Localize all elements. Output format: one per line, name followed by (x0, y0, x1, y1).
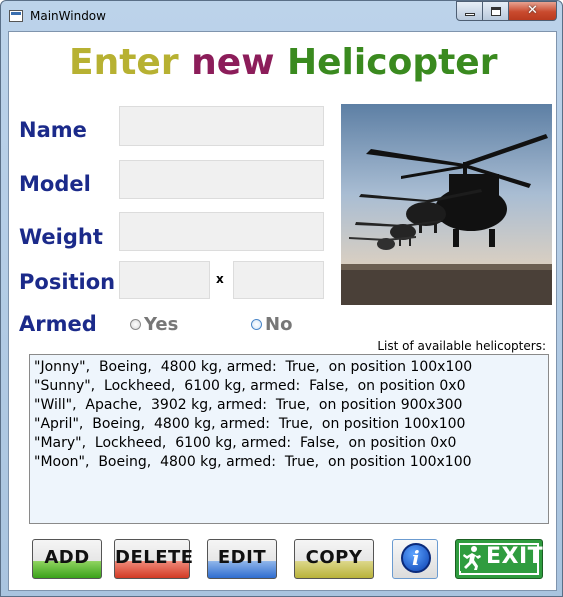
list-item[interactable]: "Will", Apache, 3902 kg, armed: True, on… (34, 396, 548, 415)
close-button[interactable]: ✕ (508, 1, 557, 21)
client-area: Enter new Helicopter Name Model Weight P… (8, 31, 557, 591)
position-label: Position (19, 270, 116, 294)
name-label: Name (19, 118, 87, 142)
title-word-enter: Enter (69, 42, 179, 83)
add-button[interactable]: ADD (32, 539, 102, 579)
copy-button[interactable]: COPY (294, 539, 374, 579)
armed-yes-radio[interactable] (130, 319, 141, 330)
minimize-icon (465, 13, 475, 16)
helicopter-list[interactable]: "Jonny", Boeing, 4800 kg, armed: True, o… (29, 354, 549, 524)
minimize-button[interactable] (456, 1, 483, 21)
edit-button[interactable]: EDIT (207, 539, 277, 579)
info-button[interactable]: i (392, 539, 438, 579)
name-field[interactable] (119, 106, 324, 146)
exit-button[interactable]: EXIT (455, 539, 543, 579)
maximize-button[interactable] (482, 1, 509, 21)
title-word-helicopter: Helicopter (287, 42, 498, 83)
info-icon: i (401, 543, 431, 573)
helicopter-photo (341, 104, 552, 305)
armed-label: Armed (19, 312, 97, 336)
maximize-icon (491, 7, 501, 16)
model-field[interactable] (119, 160, 324, 199)
model-label: Model (19, 172, 91, 196)
weight-field[interactable] (119, 212, 324, 251)
helicopter-list-caption: List of available helicopters: (377, 339, 546, 353)
list-item[interactable]: "Jonny", Boeing, 4800 kg, armed: True, o… (34, 358, 548, 377)
armed-yes-label: Yes (144, 314, 179, 335)
armed-no-label: No (265, 314, 293, 335)
window-app-icon (9, 10, 23, 22)
title-word-new: new (191, 42, 275, 83)
list-item[interactable]: "Mary", Lockheed, 6100 kg, armed: False,… (34, 434, 548, 453)
window-title: MainWindow (30, 9, 106, 23)
running-man-icon (460, 545, 482, 571)
position-separator: x (216, 272, 224, 286)
list-item[interactable]: "Moon", Boeing, 4800 kg, armed: True, on… (34, 453, 548, 472)
list-item[interactable]: "April", Boeing, 4800 kg, armed: True, o… (34, 415, 548, 434)
close-icon: ✕ (527, 3, 538, 18)
weight-label: Weight (19, 225, 103, 249)
page-title: Enter new Helicopter (69, 42, 497, 83)
position-y-field[interactable] (233, 261, 324, 299)
exit-label: EXIT (486, 544, 544, 569)
main-window: MainWindow ✕ Enter new Helicopter Name M… (0, 0, 563, 597)
list-item[interactable]: "Sunny", Lockheed, 6100 kg, armed: False… (34, 377, 548, 396)
position-x-field[interactable] (119, 261, 210, 299)
delete-button[interactable]: DELETE (114, 539, 193, 579)
armed-no-radio[interactable] (251, 319, 262, 330)
title-bar[interactable]: MainWindow ✕ (1, 1, 562, 31)
